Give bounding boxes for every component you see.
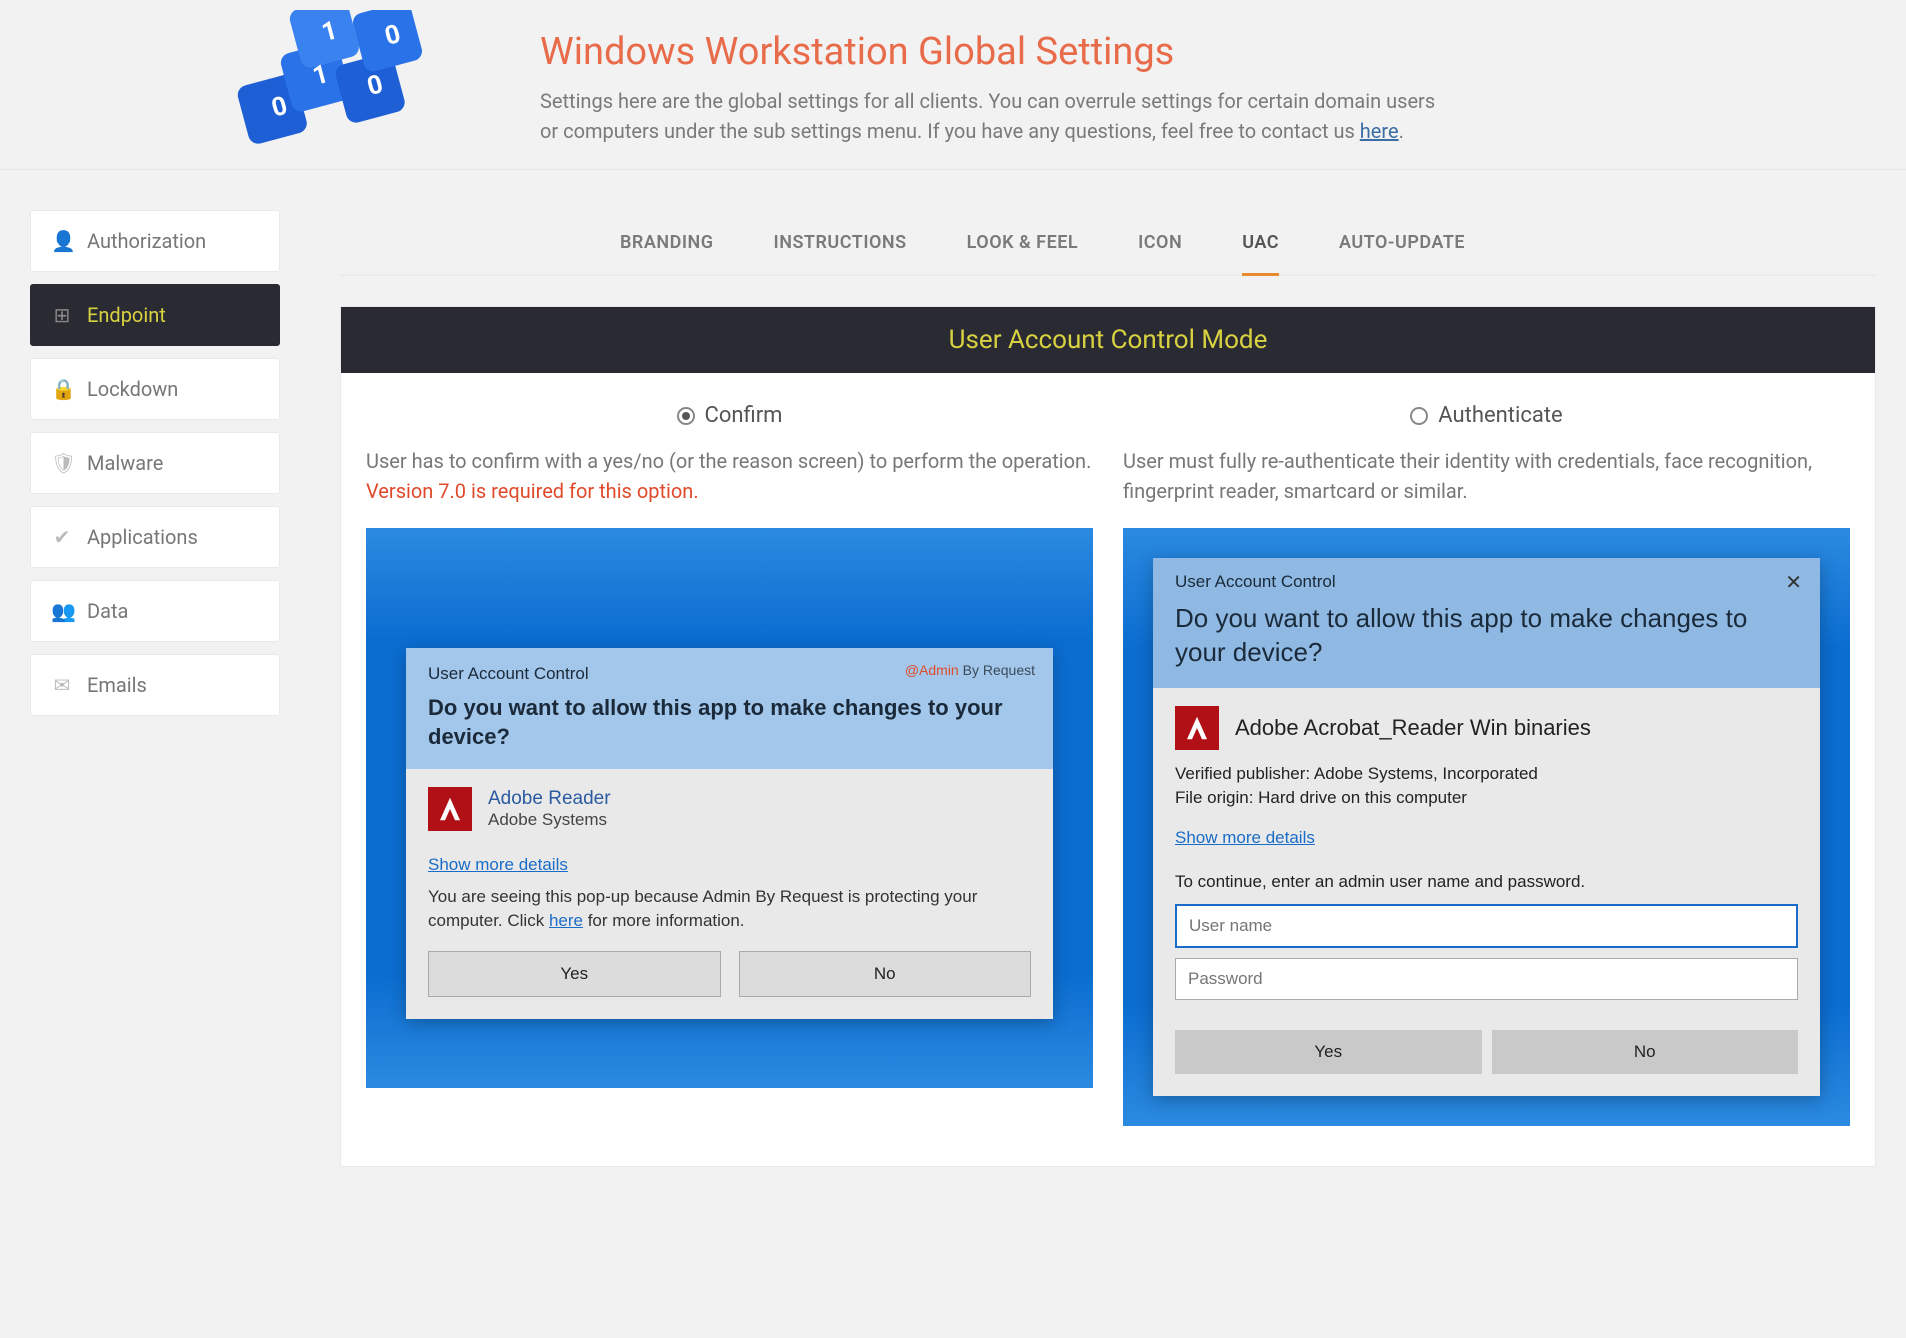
radio-confirm[interactable]: Confirm bbox=[366, 403, 1093, 428]
radio-label: Confirm bbox=[705, 403, 783, 428]
lock-icon: 🔒 bbox=[51, 377, 73, 401]
uac-continue-text: To continue, enter an admin user name an… bbox=[1175, 872, 1798, 892]
uac-dialog-confirm: User Account Control @Admin By Request D… bbox=[406, 648, 1053, 1019]
sidebar-item-label: Data bbox=[87, 599, 128, 623]
uac-origin-line: File origin: Hard drive on this computer bbox=[1175, 788, 1798, 808]
sidebar-item-applications[interactable]: ✔ Applications bbox=[30, 506, 280, 568]
uac-preview-confirm: User Account Control @Admin By Request D… bbox=[366, 528, 1093, 1088]
sidebar-item-lockdown[interactable]: 🔒 Lockdown bbox=[30, 358, 280, 420]
tab-strip: BRANDING INSTRUCTIONS LOOK & FEEL ICON U… bbox=[340, 210, 1876, 276]
radio-label: Authenticate bbox=[1438, 403, 1562, 428]
page-title: Windows Workstation Global Settings bbox=[540, 30, 1860, 74]
uac-brand: @Admin By Request bbox=[905, 662, 1035, 678]
uac-question: Do you want to allow this app to make ch… bbox=[428, 694, 1031, 751]
uac-preview-authenticate: User Account Control ✕ Do you want to al… bbox=[1123, 528, 1850, 1126]
page-subtitle: Settings here are the global settings fo… bbox=[540, 86, 1440, 146]
tab-icon[interactable]: ICON bbox=[1138, 210, 1182, 276]
mode-confirm-desc: User has to confirm with a yes/no (or th… bbox=[366, 446, 1093, 506]
mode-authenticate: Authenticate User must fully re-authenti… bbox=[1123, 403, 1850, 1126]
header-logo: 0 1 0 1 0 bbox=[180, 10, 500, 190]
sidebar: 👤 Authorization ⊞ Endpoint 🔒 Lockdown 🛡 … bbox=[30, 210, 280, 1167]
uac-app-name: Adobe Acrobat_Reader Win binaries bbox=[1235, 715, 1591, 741]
uac-brand-at: @Admin bbox=[905, 662, 959, 678]
uac-yes-button[interactable]: Yes bbox=[1175, 1030, 1482, 1074]
radio-icon bbox=[677, 407, 695, 425]
tab-branding[interactable]: BRANDING bbox=[620, 210, 714, 276]
radio-authenticate[interactable]: Authenticate bbox=[1123, 403, 1850, 428]
page-header: 0 1 0 1 0 Windows Workstation Global Set… bbox=[0, 0, 1906, 170]
uac-password-input[interactable] bbox=[1175, 958, 1798, 1000]
mode-confirm-desc-text: User has to confirm with a yes/no (or th… bbox=[366, 449, 1091, 473]
envelope-icon: ✉ bbox=[51, 673, 73, 697]
uac-info: You are seeing this pop-up because Admin… bbox=[428, 885, 1031, 933]
tab-instructions[interactable]: INSTRUCTIONS bbox=[774, 210, 907, 276]
uac-dialog-authenticate: User Account Control ✕ Do you want to al… bbox=[1153, 558, 1820, 1096]
sidebar-item-malware[interactable]: 🛡 Malware bbox=[30, 432, 280, 494]
radio-icon bbox=[1410, 407, 1428, 425]
sidebar-item-label: Emails bbox=[87, 673, 147, 697]
sidebar-item-endpoint[interactable]: ⊞ Endpoint bbox=[30, 284, 280, 346]
sidebar-item-label: Lockdown bbox=[87, 377, 178, 401]
mode-authenticate-desc: User must fully re-authenticate their id… bbox=[1123, 446, 1850, 506]
adobe-icon bbox=[1175, 706, 1219, 750]
sidebar-item-emails[interactable]: ✉ Emails bbox=[30, 654, 280, 716]
sidebar-item-label: Authorization bbox=[87, 229, 206, 253]
uac-brand-rest: By Request bbox=[959, 662, 1035, 678]
uac-yes-button[interactable]: Yes bbox=[428, 951, 721, 997]
sidebar-item-label: Applications bbox=[87, 525, 198, 549]
mode-confirm: Confirm User has to confirm with a yes/n… bbox=[366, 403, 1093, 1126]
tab-auto-update[interactable]: AUTO-UPDATE bbox=[1339, 210, 1465, 276]
user-icon: 👤 bbox=[51, 229, 73, 253]
main-content: BRANDING INSTRUCTIONS LOOK & FEEL ICON U… bbox=[340, 210, 1876, 1167]
panel-title: User Account Control Mode bbox=[341, 307, 1875, 373]
uac-info-text2: for more information. bbox=[583, 911, 745, 930]
sidebar-item-authorization[interactable]: 👤 Authorization bbox=[30, 210, 280, 272]
uac-publisher-line: Verified publisher: Adobe Systems, Incor… bbox=[1175, 764, 1798, 784]
windows-icon: ⊞ bbox=[51, 303, 73, 327]
close-icon[interactable]: ✕ bbox=[1785, 570, 1802, 595]
page-subtitle-tail: . bbox=[1399, 119, 1404, 143]
uac-no-button[interactable]: No bbox=[1492, 1030, 1799, 1074]
sidebar-item-data[interactable]: 👥 Data bbox=[30, 580, 280, 642]
contact-link[interactable]: here bbox=[1360, 119, 1399, 143]
tab-look-feel[interactable]: LOOK & FEEL bbox=[967, 210, 1078, 276]
uac-info-link[interactable]: here bbox=[549, 911, 583, 930]
uac-show-details[interactable]: Show more details bbox=[428, 855, 568, 875]
sidebar-item-label: Malware bbox=[87, 451, 163, 475]
users-icon: 👥 bbox=[51, 599, 73, 623]
uac-no-button[interactable]: No bbox=[739, 951, 1032, 997]
uac-app-publisher: Adobe Systems bbox=[488, 810, 611, 830]
uac-question: Do you want to allow this app to make ch… bbox=[1175, 602, 1798, 670]
uac-panel: User Account Control Mode Confirm User h… bbox=[340, 306, 1876, 1167]
page-subtitle-text: Settings here are the global settings fo… bbox=[540, 89, 1435, 143]
uac-show-details[interactable]: Show more details bbox=[1175, 828, 1315, 848]
sidebar-item-label: Endpoint bbox=[87, 303, 166, 327]
mode-confirm-req: Version 7.0 is required for this option. bbox=[366, 479, 699, 503]
uac-username-input[interactable] bbox=[1175, 904, 1798, 948]
uac-titlebar: User Account Control bbox=[1175, 572, 1798, 592]
tab-uac[interactable]: UAC bbox=[1242, 210, 1279, 276]
uac-app-name: Adobe Reader bbox=[488, 788, 611, 810]
check-icon: ✔ bbox=[51, 525, 73, 549]
shield-icon: 🛡 bbox=[51, 451, 73, 475]
adobe-icon bbox=[428, 787, 472, 831]
